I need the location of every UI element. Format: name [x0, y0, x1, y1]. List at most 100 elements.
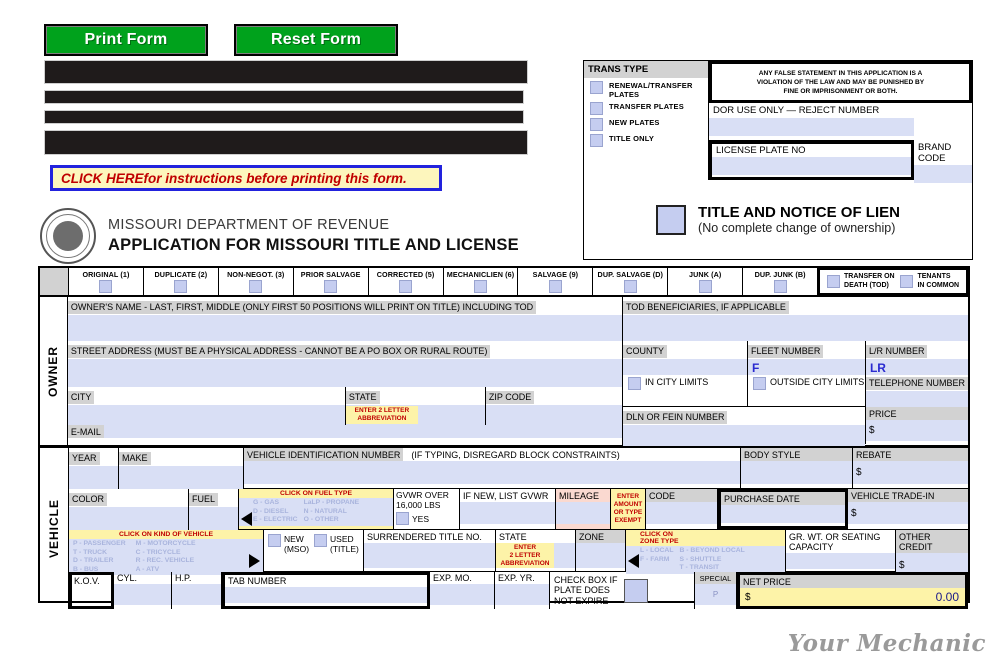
- type-option-original[interactable]: ORIGINAL (1): [69, 268, 144, 295]
- tab-number-input[interactable]: [225, 587, 427, 603]
- tab-number-field[interactable]: TAB NUMBER: [222, 572, 430, 609]
- checkbox-icon[interactable]: [590, 118, 603, 131]
- county-field[interactable]: COUNTY: [622, 341, 748, 375]
- price-input[interactable]: $: [865, 420, 968, 441]
- type-option-mechanic-lien[interactable]: MECHANICLIEN (6): [444, 268, 519, 295]
- plate-does-not-expire-option[interactable]: CHECK BOX IF PLATE DOES NOT EXPIRE: [550, 572, 695, 609]
- dor-reject-number-field[interactable]: DOR USE ONLY — REJECT NUMBER: [709, 103, 914, 141]
- surrendered-title-field[interactable]: SURRENDERED TITLE NO.: [364, 530, 496, 571]
- trans-type-option-renewal[interactable]: RENEWAL/TRANSFER PLATES: [584, 78, 708, 99]
- checkbox-icon[interactable]: [396, 512, 409, 525]
- if-new-list-gvwr-input[interactable]: [460, 502, 555, 524]
- telephone-number-input[interactable]: [865, 391, 968, 407]
- checkbox-icon[interactable]: [590, 134, 603, 147]
- type-option-junk[interactable]: JUNK (A): [668, 268, 744, 295]
- cylinders-input[interactable]: [114, 584, 171, 605]
- purchase-date-field[interactable]: PURCHASE DATE: [718, 489, 848, 529]
- checkbox-icon[interactable]: [623, 578, 648, 603]
- zone-option[interactable]: F - FARM: [640, 556, 673, 565]
- fuel-field[interactable]: FUEL: [189, 489, 239, 530]
- owner-name-field[interactable]: OWNER'S NAME - LAST, FIRST, MIDDLE (ONLY…: [67, 297, 622, 341]
- rebate-field[interactable]: REBATE $: [853, 448, 968, 488]
- zone-input[interactable]: [576, 543, 625, 568]
- vehicle-state-input[interactable]: ENTER 2 LETTER ABBREVIATION: [496, 543, 575, 568]
- instructions-link-banner[interactable]: CLICK HERE for instructions before print…: [50, 165, 442, 191]
- license-plate-no-field[interactable]: LICENSE PLATE NO: [709, 141, 914, 180]
- zip-code-field[interactable]: ZIP CODE: [485, 387, 622, 425]
- checkbox-icon[interactable]: [268, 534, 281, 547]
- body-style-field[interactable]: BODY STYLE: [741, 448, 853, 488]
- title-notice-of-lien-option[interactable]: TITLE AND NOTICE OF LIEN (No complete ch…: [584, 180, 972, 259]
- gross-weight-seating-input[interactable]: [786, 553, 895, 569]
- exp-month-field[interactable]: EXP. MO.: [430, 572, 495, 609]
- in-city-limits-option[interactable]: IN CITY LIMITS: [623, 373, 748, 406]
- email-field[interactable]: E-MAIL: [67, 425, 622, 444]
- zone-option[interactable]: B - BEYOND LOCAL: [679, 547, 744, 556]
- vehicle-state-field[interactable]: STATE ENTER 2 LETTER ABBREVIATION: [496, 530, 576, 571]
- checkbox-icon[interactable]: [99, 280, 113, 293]
- color-field[interactable]: COLOR: [69, 489, 189, 530]
- checkbox-icon[interactable]: [698, 280, 712, 293]
- fuel-input[interactable]: [189, 507, 238, 530]
- checkbox-icon[interactable]: [174, 280, 188, 293]
- purchase-date-input[interactable]: [721, 505, 845, 523]
- gvwr-over-field[interactable]: GVWR OVER 16,000 LBS YES: [394, 489, 460, 529]
- vin-input[interactable]: [244, 461, 740, 484]
- color-input[interactable]: [69, 507, 188, 530]
- fuel-option[interactable]: O - OTHER: [304, 516, 360, 525]
- fuel-option[interactable]: LaLP - PROPANE: [304, 499, 360, 508]
- type-option-tenants-in-common[interactable]: TENANTS IN COMMON: [900, 273, 959, 290]
- trans-type-option-new-plates[interactable]: NEW PLATES: [584, 115, 708, 131]
- type-option-prior-salvage[interactable]: PRIOR SALVAGE: [294, 268, 369, 295]
- checkbox-icon[interactable]: [623, 280, 637, 293]
- city-field[interactable]: CITY: [67, 387, 346, 425]
- type-option-salvage[interactable]: SALVAGE (9): [518, 268, 594, 295]
- other-credit-field[interactable]: OTHER CREDIT $: [896, 530, 968, 577]
- license-plate-input[interactable]: [712, 157, 911, 175]
- type-option-non-negot[interactable]: NON-NEGOT. (3): [219, 268, 294, 295]
- print-form-button[interactable]: Print Form: [44, 24, 208, 56]
- exp-year-field[interactable]: EXP. YR.: [495, 572, 550, 609]
- fuel-option[interactable]: N - NATURAL: [304, 508, 360, 517]
- if-new-list-gvwr-field[interactable]: IF NEW, LIST GVWR: [460, 489, 556, 529]
- outside-city-limits-option[interactable]: OUTSIDE CITY LIMITS: [748, 373, 866, 406]
- owner-name-input[interactable]: [67, 315, 622, 341]
- zone-field[interactable]: ZONE: [576, 530, 626, 571]
- price-field[interactable]: PRICE $: [865, 407, 968, 444]
- type-option-transfer-on-death[interactable]: TRANSFER ON DEATH (TOD): [827, 273, 895, 290]
- city-input[interactable]: [67, 405, 345, 425]
- kov-option[interactable]: M - MOTORCYCLE: [136, 540, 196, 549]
- vehicle-trade-in-field[interactable]: VEHICLE TRADE-IN $: [848, 489, 968, 529]
- checkbox-icon[interactable]: [249, 280, 263, 293]
- rebate-input[interactable]: $: [853, 461, 968, 484]
- checkbox-icon[interactable]: [590, 81, 603, 94]
- exp-year-input[interactable]: [495, 584, 549, 605]
- type-option-dup-salvage[interactable]: DUP. SALVAGE (D): [593, 268, 669, 295]
- kov-option[interactable]: D - TRAILER: [73, 557, 126, 566]
- kov-option[interactable]: P - PASSENGER: [73, 540, 126, 549]
- street-address-field[interactable]: STREET ADDRESS (MUST BE A PHYSICAL ADDRE…: [67, 341, 622, 387]
- tod-beneficiaries-input[interactable]: [622, 315, 968, 341]
- trans-type-option-title-only[interactable]: TITLE ONLY: [584, 131, 708, 147]
- checkbox-icon[interactable]: [627, 377, 641, 390]
- fuel-type-picker[interactable]: CLICK ON FUEL TYPE G - GAS D - DIESEL E …: [239, 489, 394, 529]
- gross-weight-seating-field[interactable]: GR. WT. OR SEATING CAPACITY: [786, 530, 896, 571]
- zone-option[interactable]: S - SHUTTLE: [679, 556, 744, 565]
- triangle-left-icon[interactable]: [241, 512, 252, 526]
- fuel-option[interactable]: D - DIESEL: [253, 508, 298, 517]
- lr-number-field[interactable]: L/R NUMBER LR: [865, 341, 968, 375]
- fleet-number-field[interactable]: FLEET NUMBER F: [747, 341, 866, 375]
- year-field[interactable]: YEAR: [69, 448, 119, 489]
- dln-fein-field[interactable]: DLN OR FEIN NUMBER: [622, 407, 866, 446]
- cylinders-field[interactable]: CYL.: [114, 572, 172, 609]
- checkbox-icon[interactable]: [324, 280, 338, 293]
- type-option-corrected[interactable]: CORRECTED (5): [369, 268, 444, 295]
- checkbox-icon[interactable]: [827, 275, 841, 288]
- checkbox-icon[interactable]: [399, 280, 413, 293]
- code-field[interactable]: CODE: [646, 489, 718, 529]
- fuel-option[interactable]: E - ELECTRIC: [253, 516, 298, 525]
- kind-of-vehicle-picker[interactable]: CLICK ON KIND OF VEHICLE P - PASSENGER T…: [69, 530, 264, 576]
- mileage-input[interactable]: [556, 502, 610, 524]
- checkbox-icon[interactable]: [590, 102, 603, 115]
- reset-form-button[interactable]: Reset Form: [234, 24, 398, 56]
